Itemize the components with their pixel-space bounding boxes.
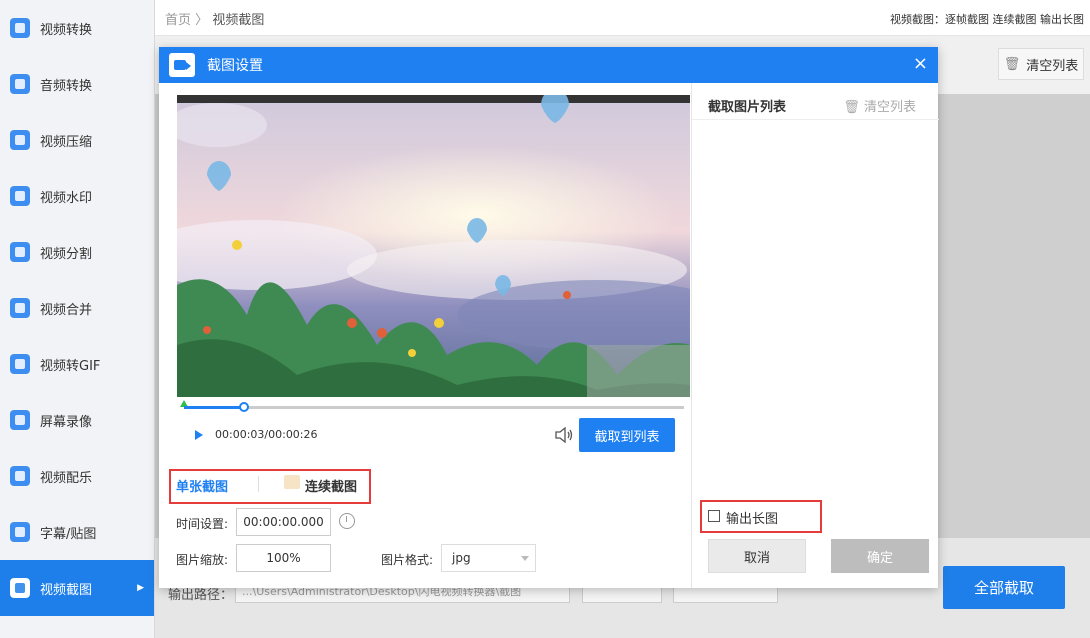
screen-record-icon bbox=[10, 410, 30, 430]
feature-summary: 视频截图：逐帧截图 连续截图 输出长图 bbox=[890, 13, 1084, 26]
breadcrumb-separator: 〉 bbox=[195, 13, 209, 28]
capture-all-button[interactable]: 全部截取 bbox=[943, 566, 1065, 609]
clock-icon[interactable] bbox=[339, 513, 355, 529]
divider bbox=[692, 119, 939, 120]
sidebar-item-4[interactable]: 视频分割 bbox=[0, 224, 154, 280]
chevron-down-icon bbox=[521, 556, 529, 561]
image-format-label: 图片格式: bbox=[381, 553, 434, 567]
cancel-button[interactable]: 取消 bbox=[708, 539, 806, 573]
image-scale-label: 图片缩放: bbox=[176, 553, 229, 567]
video-merge-icon bbox=[10, 298, 30, 318]
sidebar-item-label: 视频配乐 bbox=[40, 470, 93, 486]
image-format-select[interactable]: jpg bbox=[441, 544, 536, 572]
close-icon[interactable]: × bbox=[913, 55, 928, 73]
sidebar-item-8[interactable]: 视频配乐 bbox=[0, 448, 154, 504]
header-bar: 首页 〉 视频截图 视频截图：逐帧截图 连续截图 输出长图 bbox=[155, 0, 1090, 36]
sidebar-item-1[interactable]: 音频转换 bbox=[0, 56, 154, 112]
dialog-title: 截图设置 bbox=[207, 58, 263, 74]
long-image-checkbox[interactable] bbox=[708, 510, 720, 522]
continuous-capture-icon bbox=[284, 475, 300, 489]
sidebar-item-label: 字幕/贴图 bbox=[40, 526, 97, 542]
video-frame-image bbox=[177, 95, 690, 397]
breadcrumb: 首页 〉 视频截图 bbox=[165, 9, 264, 28]
sidebar-item-9[interactable]: 字幕/贴图 bbox=[0, 504, 154, 560]
sidebar-item-label: 视频转GIF bbox=[40, 358, 101, 374]
sidebar-item-5[interactable]: 视频合并 bbox=[0, 280, 154, 336]
audio-convert-icon bbox=[10, 74, 30, 94]
breadcrumb-home[interactable]: 首页 bbox=[165, 13, 191, 28]
sidebar-item-label: 音频转换 bbox=[40, 78, 93, 94]
tab-single-capture[interactable]: 单张截图 bbox=[176, 476, 228, 495]
playback-time: 00:00:03/00:00:26 bbox=[215, 428, 318, 441]
video-music-icon bbox=[10, 466, 30, 486]
captured-list-title: 截取图片列表 bbox=[708, 100, 787, 115]
trash-icon: 🗑 bbox=[843, 100, 860, 115]
video-gif-icon bbox=[10, 354, 30, 374]
screenshot-settings-dialog: 截图设置 × 00:00:03/00:00:26 截取到列表 单张截图 连续截图… bbox=[159, 47, 939, 588]
video-convert-icon bbox=[10, 18, 30, 38]
sidebar-item-label: 视频转换 bbox=[40, 22, 93, 38]
image-scale-input[interactable]: 100% bbox=[236, 544, 331, 572]
camera-icon bbox=[169, 53, 195, 77]
video-split-icon bbox=[10, 242, 30, 262]
sidebar-item-label: 视频分割 bbox=[40, 246, 93, 262]
sidebar-item-2[interactable]: 视频压缩 bbox=[0, 112, 154, 168]
screenshot-icon bbox=[10, 578, 30, 598]
tab-divider bbox=[258, 476, 259, 492]
trash-icon: 🗑 bbox=[1003, 56, 1021, 72]
breadcrumb-current: 视频截图 bbox=[212, 13, 265, 28]
tab-continuous-capture[interactable]: 连续截图 bbox=[305, 476, 357, 495]
time-setting-label: 时间设置: bbox=[176, 517, 229, 531]
dialog-header: 截图设置 × bbox=[159, 47, 938, 83]
chevron-right-icon: ▶ bbox=[137, 583, 144, 593]
time-setting-input[interactable]: 00:00:00.000 bbox=[236, 508, 331, 536]
confirm-button[interactable]: 确定 bbox=[831, 539, 929, 573]
sidebar-item-label: 视频水印 bbox=[40, 190, 93, 206]
seek-handle[interactable] bbox=[239, 402, 249, 412]
sidebar: 视频转换音频转换视频压缩视频水印视频分割视频合并视频转GIF 屏幕录像视频配乐字幕… bbox=[0, 0, 155, 638]
sidebar-item-6[interactable]: 视频转GIF bbox=[0, 336, 154, 392]
sidebar-item-label: 屏幕录像 bbox=[40, 414, 93, 430]
video-preview bbox=[177, 95, 690, 397]
seek-bar[interactable] bbox=[180, 400, 684, 412]
sidebar-item-label: 视频压缩 bbox=[40, 134, 93, 150]
video-watermark-icon bbox=[10, 186, 30, 206]
capture-to-list-button[interactable]: 截取到列表 bbox=[579, 418, 675, 452]
captured-list-panel: 截取图片列表 🗑 清空列表 输出长图 取消 确定 bbox=[691, 83, 939, 588]
sidebar-item-label: 视频截图 bbox=[40, 582, 93, 598]
sidebar-item-label: 视频合并 bbox=[40, 302, 93, 318]
volume-icon[interactable] bbox=[554, 427, 574, 443]
play-icon[interactable] bbox=[195, 430, 203, 440]
video-compress-icon bbox=[10, 130, 30, 150]
subtitle-icon bbox=[10, 522, 30, 542]
sidebar-item-7[interactable]: 屏幕录像 bbox=[0, 392, 154, 448]
sidebar-item-3[interactable]: 视频水印 bbox=[0, 168, 154, 224]
long-image-label[interactable]: 输出长图 bbox=[726, 508, 778, 527]
clear-list-button[interactable]: 🗑 清空列表 bbox=[998, 48, 1084, 80]
seek-progress bbox=[184, 406, 244, 409]
sidebar-item-10[interactable]: 视频截图 ▶ bbox=[0, 560, 154, 616]
clear-captured-list-button[interactable]: 🗑 清空列表 bbox=[843, 96, 916, 115]
sidebar-item-0[interactable]: 视频转换 bbox=[0, 0, 154, 56]
